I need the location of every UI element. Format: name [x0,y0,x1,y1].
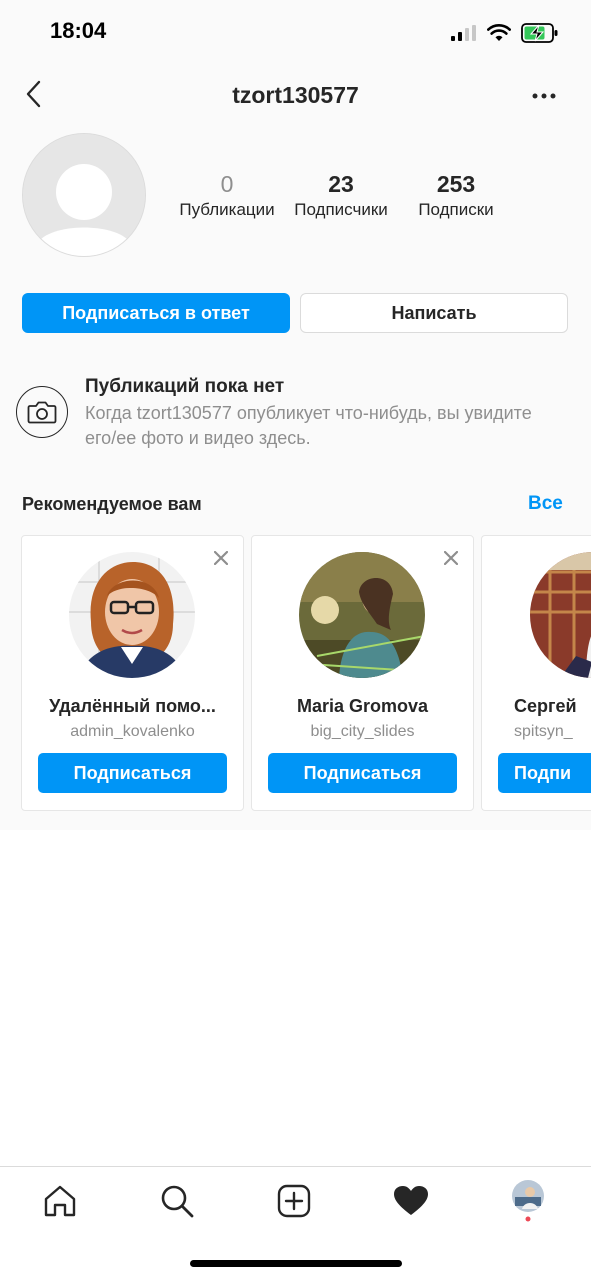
stat-posts-label: Публикации [179,200,275,219]
page-title: tzort130577 [232,82,359,108]
suggestion-avatar[interactable] [530,552,591,678]
tab-new-post[interactable] [274,1181,314,1221]
camera-icon [27,401,57,424]
search-icon [161,1185,194,1218]
dismiss-button[interactable] [441,548,461,568]
new-post-icon [277,1184,311,1218]
bottom-tab-bar [0,1166,591,1237]
user-photo [69,552,195,678]
empty-posts-title: Публикаций пока нет [85,376,285,397]
camera-circle [16,386,68,438]
activity-heart-icon [394,1186,428,1215]
follow-back-button[interactable]: Подписаться в ответ [22,293,290,333]
tab-activity[interactable] [391,1181,431,1221]
see-all-link[interactable]: Все [528,493,563,515]
suggestion-avatar[interactable] [299,552,425,678]
close-icon [444,551,458,565]
cellular-signal-icon [451,25,476,41]
suggestion-handle: admin_kovalenko [70,723,195,740]
stat-followers-label: Подписчики [294,200,388,219]
dismiss-button[interactable] [211,548,231,568]
status-time: 18:04 [50,18,107,43]
message-button[interactable]: Написать [300,293,568,333]
suggestion-name: Maria Gromova [296,696,429,716]
suggestion-handle: big_city_slides [310,723,415,740]
stat-followers-count: 23 [328,171,354,197]
follow-button[interactable]: Подписаться [38,753,227,793]
tab-home[interactable] [40,1181,80,1221]
follow-button[interactable]: Подписаться [268,753,457,793]
default-avatar-icon [23,134,145,256]
wifi-icon [487,24,511,41]
suggestion-card[interactable]: Сергей spitsyn_ Подпи [481,535,591,811]
suggestion-avatar[interactable] [69,552,195,678]
suggestion-name: Удалённый помо... [49,696,216,716]
stat-posts-count: 0 [220,171,234,197]
suggestion-card[interactable]: Maria Gromova big_city_slides Подписатьс… [251,535,474,811]
profile-avatar[interactable] [22,133,146,257]
status-icons [451,20,559,46]
more-options-button[interactable] [526,84,562,108]
suggestion-handle: spitsyn_ [514,723,573,740]
user-photo [530,552,591,678]
empty-posts-text: Когда tzort130577 опубликует что-нибудь,… [85,403,532,448]
stat-following-count: 253 [436,171,476,197]
battery-charging-icon [521,23,558,43]
profile-avatar-icon [512,1180,544,1222]
suggestion-card[interactable]: Удалённый помо... admin_kovalenko Подпис… [21,535,244,811]
home-indicator [190,1260,402,1267]
close-icon [214,551,228,565]
suggestion-name: Сергей [514,696,577,716]
user-photo [299,552,425,678]
tab-profile[interactable] [508,1180,548,1222]
stat-posts: 0 Публикации [175,170,279,220]
stat-following-label: Подписки [418,200,494,219]
home-icon [44,1185,76,1217]
stat-followers[interactable]: 23 Подписчики [288,170,394,220]
follow-button[interactable]: Подпи [498,753,591,793]
suggestions-title: Рекомендуемое вам [22,494,202,514]
tab-search[interactable] [157,1181,197,1221]
more-dots-icon [532,93,556,99]
stat-following[interactable]: 253 Подписки [404,170,508,220]
